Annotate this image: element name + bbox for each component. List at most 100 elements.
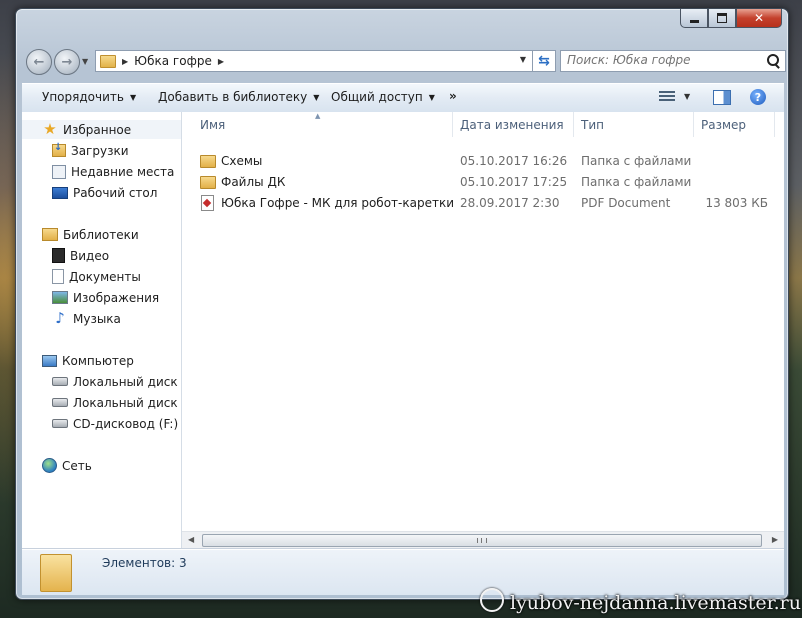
search-box[interactable] — [560, 50, 786, 72]
change-view-button[interactable] — [659, 91, 675, 103]
caption-buttons: ✕ — [680, 9, 782, 28]
organize-label: Упорядочить — [42, 90, 124, 104]
sidebar-item[interactable]: Сеть — [22, 456, 181, 475]
sidebar-item[interactable]: Загрузки — [22, 141, 181, 160]
address-history-dropdown[interactable]: ▼ — [520, 55, 526, 64]
star-icon: ★ — [43, 120, 57, 138]
help-button[interactable]: ? — [750, 89, 766, 105]
watermark-text: lyubov-nejdanna.livemaster.ru — [510, 592, 801, 614]
sidebar-item[interactable]: Рабочий стол — [22, 183, 181, 202]
file-size: 13 803 КБ — [705, 196, 768, 210]
column-divider[interactable] — [693, 112, 694, 137]
sidebar-item[interactable]: CD-дисковод (F:) — [22, 414, 181, 433]
file-row[interactable]: Файлы ДК 05.10.2017 17:25 Папка с файлами — [182, 172, 784, 193]
sidebar-item-label: CD-дисковод (F:) — [73, 416, 179, 431]
navigation-bar: ← → ▼ ▶ Юбка гофре ▶ ▼ ⇆ — [24, 48, 786, 75]
file-list: ▲ Имя Дата изменения Тип Размер Схемы 05.… — [182, 112, 784, 548]
sidebar-item-label: Локальный диск (E:) — [73, 395, 181, 410]
sidebar-item[interactable]: Изображения — [22, 288, 181, 307]
navigation-pane: ★ Избранное Загрузки Недавние места Рабочий … — [22, 112, 182, 548]
sidebar-item-label: Сеть — [62, 458, 92, 473]
cd-drive-icon — [52, 419, 68, 428]
file-type: PDF Document — [581, 196, 671, 210]
file-date: 28.09.2017 2:30 — [460, 196, 560, 210]
column-header-type[interactable]: Тип — [581, 118, 604, 132]
sidebar-item-label: Изображения — [73, 290, 160, 305]
downloads-icon — [52, 143, 66, 157]
watermark-logo-icon — [480, 588, 504, 612]
file-date: 05.10.2017 17:25 — [460, 175, 568, 189]
documents-icon — [52, 269, 64, 284]
file-row[interactable]: Схемы 05.10.2017 16:26 Папка с файлами — [182, 151, 784, 172]
view-options-dropdown[interactable]: ▼ — [684, 92, 690, 101]
add-to-library-label: Добавить в библиотеку — [158, 90, 308, 104]
breadcrumb-item[interactable]: Юбка гофре — [134, 54, 212, 68]
column-header-row: ▲ Имя Дата изменения Тип Размер — [182, 112, 784, 137]
video-icon — [52, 248, 65, 263]
recent-places-icon — [52, 164, 66, 179]
scroll-left-arrow-icon[interactable]: ◀ — [188, 535, 194, 544]
file-type: Папка с файлами — [581, 154, 692, 168]
chevron-down-icon: ▼ — [428, 93, 435, 102]
sidebar-item-label: Локальный диск (C:) — [73, 374, 181, 389]
sidebar-item-label: Компьютер — [62, 353, 134, 368]
search-input[interactable] — [561, 51, 757, 69]
add-to-library-button[interactable]: Добавить в библиотеку ▼ — [158, 90, 319, 104]
column-divider[interactable] — [774, 112, 775, 137]
item-count: Элементов: 3 — [102, 556, 187, 570]
explorer-window: ✕ ← → ▼ ▶ Юбка гофре ▶ ▼ ⇆ Упорядочить ▼ … — [15, 8, 789, 600]
grip-icon — [477, 538, 487, 543]
sidebar-item-label: Рабочий стол — [73, 185, 158, 200]
desktop-icon — [52, 186, 68, 199]
file-date: 05.10.2017 16:26 — [460, 154, 568, 168]
close-icon: ✕ — [753, 11, 765, 25]
large-folder-icon — [40, 554, 72, 592]
address-bar[interactable]: ▶ Юбка гофре ▶ ▼ — [95, 50, 533, 72]
sidebar-item[interactable]: Видео — [22, 246, 181, 265]
folder-icon — [200, 155, 216, 168]
sidebar-item[interactable]: Компьютер — [22, 351, 181, 370]
scroll-right-arrow-icon[interactable]: ▶ — [772, 535, 778, 544]
back-arrow-icon: ← — [33, 54, 45, 70]
sidebar-item[interactable]: Локальный диск (E:) — [22, 393, 181, 412]
sidebar-item[interactable]: Библиотеки — [22, 225, 181, 244]
scrollbar-thumb[interactable] — [202, 534, 762, 547]
content-area: ★ Избранное Загрузки Недавние места Рабочий … — [22, 112, 784, 549]
back-button[interactable]: ← — [26, 49, 52, 75]
column-header-date[interactable]: Дата изменения — [460, 118, 564, 132]
sidebar-item[interactable]: Локальный диск (C:) — [22, 372, 181, 391]
preview-pane-button[interactable] — [713, 90, 731, 105]
breadcrumb-chevron-icon[interactable]: ▶ — [122, 57, 128, 66]
watermark: lyubov-nejdanna.livemaster.ru — [480, 588, 801, 614]
column-header-size[interactable]: Размер — [701, 118, 746, 132]
file-row[interactable]: Юбка Гофре - МК для робот-каретки 28.09.2… — [182, 193, 784, 214]
horizontal-scrollbar[interactable]: ◀ ▶ — [182, 531, 784, 548]
share-button[interactable]: Общий доступ ▼ — [331, 90, 435, 104]
refresh-button[interactable]: ⇆ — [532, 50, 556, 72]
minimize-button[interactable] — [680, 9, 708, 28]
folder-icon — [100, 54, 116, 68]
sort-ascending-icon: ▲ — [315, 112, 321, 120]
sidebar-item[interactable]: Документы — [22, 267, 181, 286]
forward-button[interactable]: → — [54, 49, 80, 75]
close-button[interactable]: ✕ — [736, 9, 782, 28]
sidebar-item-label: Музыка — [73, 311, 121, 326]
maximize-button[interactable] — [708, 9, 736, 28]
file-name: Схемы — [221, 154, 263, 168]
column-divider[interactable] — [452, 112, 453, 137]
forward-arrow-icon: → — [61, 54, 73, 70]
column-divider[interactable] — [573, 112, 574, 137]
views-icon — [659, 91, 675, 93]
organize-button[interactable]: Упорядочить ▼ — [42, 90, 136, 104]
local-disk-icon — [52, 398, 68, 407]
breadcrumb-chevron-icon[interactable]: ▶ — [218, 57, 224, 66]
sidebar-item[interactable]: Недавние места — [22, 162, 181, 181]
sidebar-item[interactable]: ★ Избранное — [22, 120, 181, 139]
recent-pages-dropdown[interactable]: ▼ — [82, 57, 88, 66]
column-header-name[interactable]: Имя — [200, 118, 225, 132]
sidebar-item[interactable]: ♪ Музыка — [22, 309, 181, 328]
share-label: Общий доступ — [331, 90, 423, 104]
more-commands-button[interactable]: » — [449, 89, 457, 103]
command-bar: Упорядочить ▼ Добавить в библиотеку ▼ Общи… — [22, 83, 784, 113]
search-icon[interactable] — [767, 54, 779, 66]
